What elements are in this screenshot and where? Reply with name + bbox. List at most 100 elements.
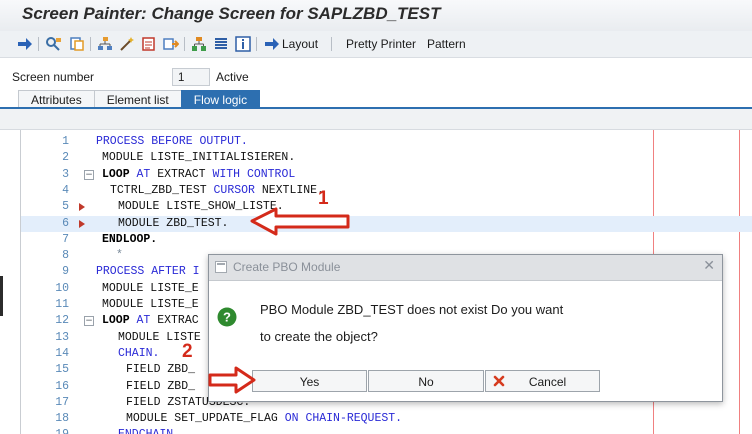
code-token: CHAIN. <box>118 346 160 360</box>
toolbar-separator <box>38 37 39 51</box>
application-toolbar: Layout Pretty Printer Pattern <box>0 31 752 58</box>
code-text: CHAIN. <box>118 346 159 362</box>
copy-icon[interactable] <box>68 35 86 53</box>
layout-label: Layout <box>282 37 319 51</box>
code-line[interactable]: 19 ENDCHAIN. <box>21 427 752 434</box>
annotation-arrow-1 <box>250 207 350 236</box>
line-number: 13 <box>55 330 69 344</box>
screen-number-row: Screen number 1 Active <box>0 65 752 89</box>
back-icon[interactable] <box>16 35 34 53</box>
line-number: 7 <box>62 232 69 246</box>
title-bar: Screen Painter: Change Screen for SAPLZB… <box>0 0 752 32</box>
create-pbo-module-dialog: Create PBO Module ✕ ? PBO Module ZBD_TES… <box>208 254 723 402</box>
line-number: 2 <box>62 151 69 165</box>
code-line[interactable]: 18 MODULE SET_UPDATE_FLAG ON CHAIN-REQUES… <box>21 411 752 427</box>
code-text: LOOP AT EXTRAC <box>102 313 199 329</box>
layout-button[interactable]: Layout <box>264 35 318 53</box>
code-token: NEXTLINE. <box>261 183 324 197</box>
code-token: EXTRAC <box>157 314 199 328</box>
code-token: EXTRACT <box>157 167 213 181</box>
pattern-button[interactable]: Pattern <box>427 35 466 53</box>
line-number: 3 <box>62 167 69 181</box>
info-icon[interactable] <box>234 35 252 53</box>
window-edge <box>0 276 3 316</box>
dialog-message-line-1: PBO Module ZBD_TEST does not exist Do yo… <box>260 302 564 317</box>
no-button[interactable]: No <box>368 370 484 392</box>
hierarchy-icon[interactable] <box>96 35 114 53</box>
screen-number-field[interactable]: 1 <box>172 68 210 86</box>
code-token: ENDCHAIN. <box>118 428 180 434</box>
breakpoint-marker-icon <box>79 219 85 228</box>
code-text: * <box>116 248 123 264</box>
code-line[interactable]: 5 MODULE LISTE_SHOW_LISTE. <box>21 199 752 215</box>
code-token: MODULE LISTE_INITIALISIEREN. <box>102 151 296 165</box>
code-token: LOOP <box>102 167 130 181</box>
code-token: MODULE ZBD_TEST. <box>118 216 229 230</box>
code-token: MODULE LISTE_E <box>102 281 199 295</box>
code-text: MODULE ZBD_TEST. <box>118 216 228 232</box>
code-token: * <box>116 249 123 263</box>
magic-wand-icon[interactable] <box>118 35 136 53</box>
code-token: AT <box>129 314 158 328</box>
line-number: 4 <box>62 183 69 197</box>
tab-strip: Attributes Element list Flow logic <box>18 90 261 109</box>
window-title: Screen Painter: Change Screen for SAPLZB… <box>22 4 441 23</box>
line-number: 16 <box>55 379 69 393</box>
code-text: MODULE LISTE_INITIALISIEREN. <box>102 150 295 166</box>
where-used-icon[interactable] <box>44 35 64 53</box>
fold-toggle-icon[interactable]: − <box>84 169 94 180</box>
display-change-icon[interactable] <box>140 35 158 53</box>
fold-toggle-icon[interactable]: − <box>84 316 94 327</box>
code-text: PROCESS BEFORE OUTPUT. <box>96 134 248 150</box>
line-number: 15 <box>55 363 69 377</box>
line-number: 12 <box>55 314 69 328</box>
toolbar-separator <box>90 37 91 51</box>
annotation-label-1: 1 <box>318 188 329 209</box>
annotation-label-2: 2 <box>182 341 193 362</box>
code-line[interactable]: 3 − LOOP AT EXTRACT WITH CONTROL <box>21 167 752 183</box>
line-number: 19 <box>21 427 69 434</box>
code-token: WITH CONTROL <box>212 167 296 181</box>
code-token: FIELD ZBD_ <box>126 379 196 393</box>
line-number: 9 <box>62 265 69 279</box>
code-text: MODULE LISTE_E <box>102 297 199 313</box>
code-text: MODULE SET_UPDATE_FLAG ON CHAIN-REQUEST. <box>126 411 402 427</box>
code-text: TCTRL_ZBD_TEST CURSOR NEXTLINE. <box>110 183 324 199</box>
dialog-title: Create PBO Module <box>233 260 341 274</box>
pretty-printer-button[interactable]: Pretty Printer <box>346 35 416 53</box>
yes-button[interactable]: Yes <box>252 370 367 392</box>
cancel-button[interactable]: Cancel <box>485 370 600 392</box>
code-text: ENDCHAIN. <box>118 427 180 434</box>
toolbar-separator <box>256 37 257 51</box>
code-token: PROCESS BEFORE OUTPUT. <box>96 135 248 148</box>
svg-text:?: ? <box>223 310 231 325</box>
cancel-x-icon <box>493 375 505 387</box>
line-number: 11 <box>55 298 69 311</box>
toolbar-separator <box>331 37 332 51</box>
breakpoint-marker-icon <box>79 203 85 212</box>
code-token: PROCESS AFTER I <box>96 265 200 279</box>
code-token: MODULE SET_UPDATE_FLAG <box>126 412 285 426</box>
screen-status: Active <box>216 70 249 84</box>
code-token: CURSOR <box>213 183 262 197</box>
close-icon[interactable]: ✕ <box>703 258 715 274</box>
dialog-title-bar: Create PBO Module ✕ <box>209 255 722 281</box>
code-line[interactable]: 7 ENDLOOP. <box>21 232 752 248</box>
code-line[interactable]: 6 MODULE ZBD_TEST. <box>21 215 752 232</box>
line-number: 17 <box>55 395 69 409</box>
code-line[interactable]: 1 PROCESS BEFORE OUTPUT. <box>21 134 752 150</box>
line-number: 6 <box>62 216 69 230</box>
toolbar-separator <box>184 37 185 51</box>
list-icon[interactable] <box>212 35 230 53</box>
code-text: ENDLOOP. <box>102 232 157 248</box>
sap-window-icon <box>215 261 227 273</box>
line-number: 14 <box>55 346 69 360</box>
question-icon: ? <box>217 307 237 327</box>
dialog-message-line-2: to create the object? <box>260 329 378 344</box>
activate-icon[interactable] <box>162 35 180 53</box>
line-number: 10 <box>55 281 69 295</box>
code-line[interactable]: 4 TCTRL_ZBD_TEST CURSOR NEXTLINE. <box>21 183 752 199</box>
structure-icon[interactable] <box>190 35 208 53</box>
editor-toolbar-strip <box>0 109 752 130</box>
code-line[interactable]: 2 MODULE LISTE_INITIALISIEREN. <box>21 150 752 166</box>
